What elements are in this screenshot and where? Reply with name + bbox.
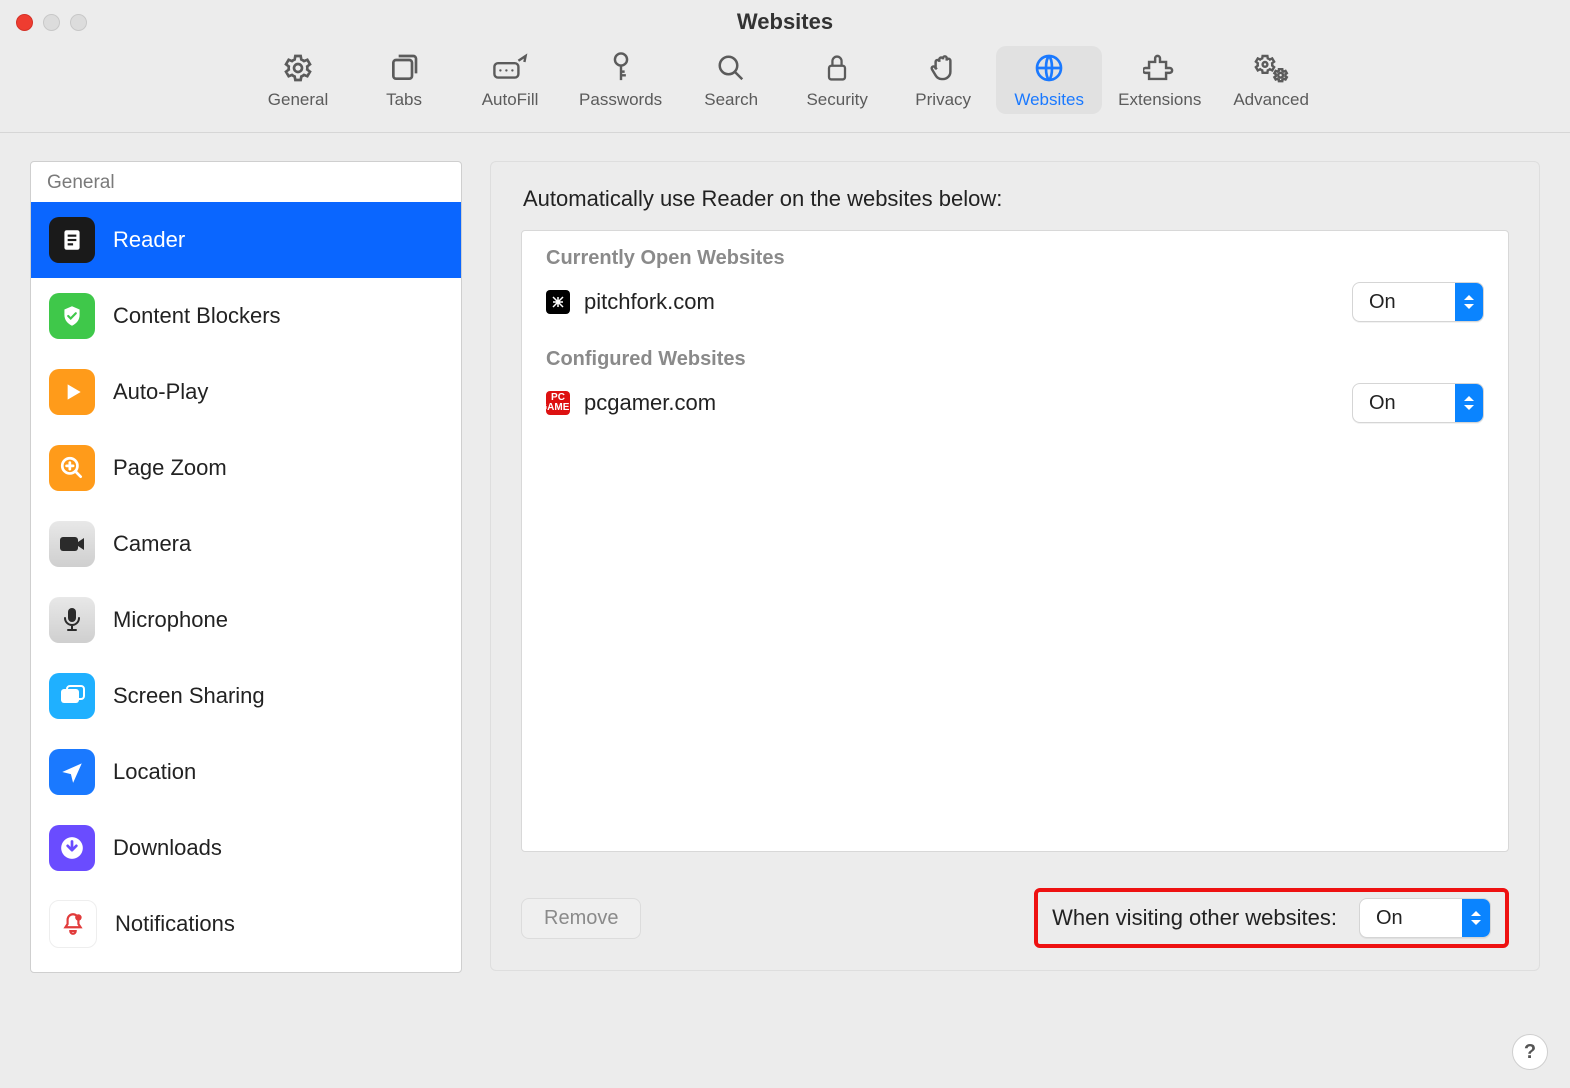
favicon-pitchfork: [546, 290, 570, 314]
zoom-icon: [49, 445, 95, 491]
tab-passwords-label: Passwords: [579, 90, 662, 110]
minimize-window-button[interactable]: [43, 14, 60, 31]
play-icon: [49, 369, 95, 415]
tab-autofill-label: AutoFill: [482, 90, 539, 110]
select-value: On: [1360, 907, 1462, 930]
tab-advanced-label: Advanced: [1233, 90, 1309, 110]
sidebar-item-label: Camera: [113, 531, 191, 557]
help-button[interactable]: ?: [1512, 1034, 1548, 1070]
titlebar: Websites: [0, 0, 1570, 44]
sidebar-item-label: Screen Sharing: [113, 683, 265, 709]
camera-icon: [49, 521, 95, 567]
tab-privacy[interactable]: Privacy: [890, 46, 996, 114]
sidebar-item-notifications[interactable]: Notifications: [31, 886, 461, 962]
sidebar-item-label: Reader: [113, 227, 185, 253]
autofill-icon: [492, 52, 528, 84]
tab-extensions[interactable]: Extensions: [1102, 46, 1217, 114]
sidebar-item-label: Content Blockers: [113, 303, 281, 329]
sidebar-item-downloads[interactable]: Downloads: [31, 810, 461, 886]
screen-sharing-icon: [49, 673, 95, 719]
panel-footer: Remove When visiting other websites: On: [521, 888, 1509, 948]
tab-security-label: Security: [806, 90, 867, 110]
preferences-toolbar: General Tabs AutoFill Passwords Search S…: [0, 44, 1570, 133]
gear-icon: [280, 52, 316, 84]
sidebar-item-content-blockers[interactable]: Content Blockers: [31, 278, 461, 354]
puzzle-icon: [1142, 52, 1178, 84]
tab-websites-label: Websites: [1014, 90, 1084, 110]
sidebar-item-label: Auto-Play: [113, 379, 208, 405]
sidebar-item-label: Notifications: [115, 911, 235, 937]
sidebar-item-page-zoom[interactable]: Page Zoom: [31, 430, 461, 506]
tab-search-label: Search: [704, 90, 758, 110]
globe-icon: [1031, 52, 1067, 84]
window-traffic-lights: [16, 14, 87, 31]
main-panel: Automatically use Reader on the websites…: [490, 161, 1540, 971]
other-websites-highlight: When visiting other websites: On: [1034, 888, 1509, 948]
tab-privacy-label: Privacy: [915, 90, 971, 110]
content-area: General Reader Content Blockers Auto-Pla…: [0, 133, 1570, 973]
reader-select-pcgamer[interactable]: On: [1352, 383, 1484, 423]
tabs-icon: [386, 52, 422, 84]
sidebar-item-camera[interactable]: Camera: [31, 506, 461, 582]
section-configured-header: Configured Websites: [522, 332, 1508, 373]
websites-list: Currently Open Websites pitchfork.com On…: [521, 230, 1509, 852]
remove-button[interactable]: Remove: [521, 898, 641, 939]
select-value: On: [1353, 392, 1455, 415]
chevron-updown-icon: [1462, 899, 1490, 937]
location-icon: [49, 749, 95, 795]
sidebar-item-label: Downloads: [113, 835, 222, 861]
zoom-window-button[interactable]: [70, 14, 87, 31]
help-icon: ?: [1524, 1041, 1536, 1064]
reader-icon: [49, 217, 95, 263]
tab-passwords[interactable]: Passwords: [563, 46, 678, 114]
sidebar-item-reader[interactable]: Reader: [31, 202, 461, 278]
shield-icon: [49, 293, 95, 339]
tab-tabs[interactable]: Tabs: [351, 46, 457, 114]
site-domain: pitchfork.com: [584, 289, 715, 315]
gears-icon: [1253, 52, 1289, 84]
other-websites-label: When visiting other websites:: [1052, 905, 1337, 931]
hand-icon: [925, 52, 961, 84]
sidebar-item-label: Location: [113, 759, 196, 785]
select-value: On: [1353, 291, 1455, 314]
settings-sidebar: General Reader Content Blockers Auto-Pla…: [30, 161, 462, 973]
sidebar-item-label: Microphone: [113, 607, 228, 633]
downloads-icon: [49, 825, 95, 871]
chevron-updown-icon: [1455, 283, 1483, 321]
tab-advanced[interactable]: Advanced: [1217, 46, 1325, 114]
tab-websites[interactable]: Websites: [996, 46, 1102, 114]
bell-icon: [49, 900, 97, 948]
sidebar-item-microphone[interactable]: Microphone: [31, 582, 461, 658]
chevron-updown-icon: [1455, 384, 1483, 422]
close-window-button[interactable]: [16, 14, 33, 31]
tab-general-label: General: [268, 90, 328, 110]
tab-tabs-label: Tabs: [386, 90, 422, 110]
microphone-icon: [49, 597, 95, 643]
tab-autofill[interactable]: AutoFill: [457, 46, 563, 114]
sidebar-item-location[interactable]: Location: [31, 734, 461, 810]
site-row[interactable]: pitchfork.com On: [522, 272, 1508, 332]
window-title: Websites: [0, 9, 1570, 35]
site-domain: pcgamer.com: [584, 390, 716, 416]
panel-intro: Automatically use Reader on the websites…: [523, 186, 1509, 212]
key-icon: [603, 52, 639, 84]
sidebar-section-header: General: [31, 162, 461, 202]
tab-security[interactable]: Security: [784, 46, 890, 114]
other-websites-select[interactable]: On: [1359, 898, 1491, 938]
tab-general[interactable]: General: [245, 46, 351, 114]
search-icon: [713, 52, 749, 84]
section-open-header: Currently Open Websites: [522, 231, 1508, 272]
tab-extensions-label: Extensions: [1118, 90, 1201, 110]
reader-select-pitchfork[interactable]: On: [1352, 282, 1484, 322]
sidebar-item-screen-sharing[interactable]: Screen Sharing: [31, 658, 461, 734]
lock-icon: [819, 52, 855, 84]
sidebar-item-auto-play[interactable]: Auto-Play: [31, 354, 461, 430]
sidebar-item-label: Page Zoom: [113, 455, 227, 481]
favicon-pcgamer: PCGAMER: [546, 391, 570, 415]
tab-search[interactable]: Search: [678, 46, 784, 114]
site-row[interactable]: PCGAMER pcgamer.com On: [522, 373, 1508, 433]
